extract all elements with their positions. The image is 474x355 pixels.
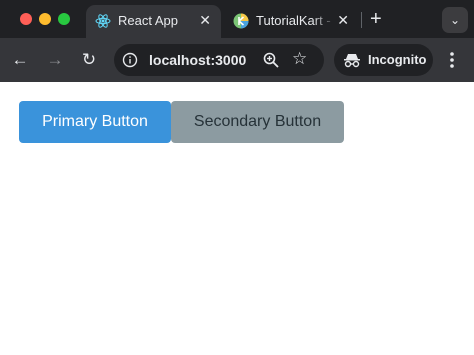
tab-tutorialkart[interactable]: TutorialKart - ✕ — [224, 5, 359, 38]
browser-toolbar: ← → ↻ localhost:3000 ☆ Incognito — [0, 38, 474, 82]
forward-button[interactable]: → — [45, 50, 65, 70]
url-text[interactable]: localhost:3000 — [149, 52, 246, 68]
incognito-button[interactable]: Incognito — [334, 44, 433, 76]
reload-button[interactable]: ↻ — [79, 50, 99, 70]
address-bar[interactable]: localhost:3000 ☆ — [114, 44, 324, 76]
secondary-button[interactable]: Secondary Button — [171, 101, 344, 143]
incognito-label: Incognito — [368, 52, 427, 67]
tab-search-button[interactable]: ⌄ — [442, 7, 468, 33]
more-menu-icon[interactable] — [446, 50, 458, 70]
new-tab-button[interactable]: + — [370, 9, 382, 29]
tab-title: TutorialKart - — [256, 13, 331, 28]
info-icon[interactable] — [122, 52, 138, 68]
close-window-button[interactable] — [20, 13, 32, 25]
incognito-icon — [344, 54, 360, 68]
bookmark-star-icon[interactable]: ☆ — [292, 49, 307, 69]
minimize-window-button[interactable] — [39, 13, 51, 25]
react-icon — [95, 14, 111, 28]
tab-close-icon[interactable]: ✕ — [337, 12, 349, 28]
tab-react-app[interactable]: React App ✕ — [86, 5, 221, 38]
zoom-icon[interactable] — [262, 51, 280, 69]
browser-chrome: React App ✕ TutorialKart - ✕ + ⌄ ← → ↻ l… — [0, 0, 474, 82]
tab-close-icon[interactable]: ✕ — [199, 12, 211, 28]
primary-button[interactable]: Primary Button — [19, 101, 171, 143]
tutorialkart-icon — [233, 13, 249, 29]
tab-strip: React App ✕ TutorialKart - ✕ + ⌄ — [0, 0, 474, 38]
tab-separator — [361, 12, 362, 28]
back-button[interactable]: ← — [10, 50, 30, 70]
tab-title: React App — [118, 13, 178, 28]
maximize-window-button[interactable] — [58, 13, 70, 25]
